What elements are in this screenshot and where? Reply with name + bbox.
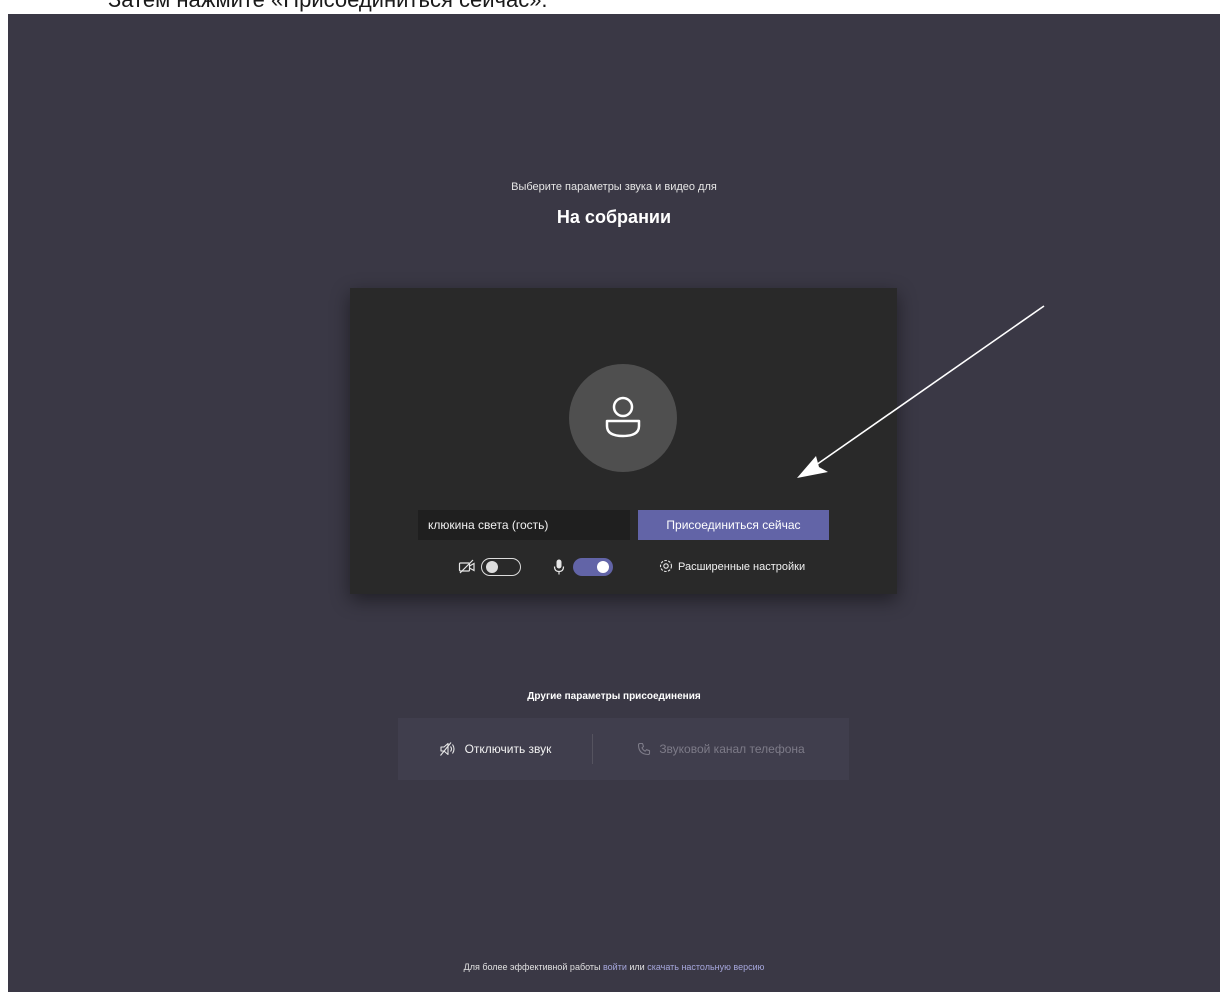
pre-join-screen: Выберите параметры звука и видео для На … <box>8 14 1220 992</box>
instruction-caption: Затем нажмите «Присоединиться сейчас». <box>108 0 548 13</box>
annotation-arrow <box>797 305 1045 478</box>
